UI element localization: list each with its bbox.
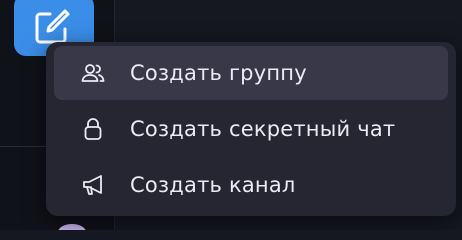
lock-icon xyxy=(80,116,106,142)
menu-item-create-group[interactable]: Создать группу xyxy=(54,46,448,100)
group-icon xyxy=(80,60,106,86)
megaphone-icon xyxy=(80,172,106,198)
new-chat-menu: Создать группу Создать секретный чат Соз… xyxy=(46,42,456,216)
menu-item-label: Создать канал xyxy=(130,173,296,197)
menu-item-create-channel[interactable]: Создать канал xyxy=(54,158,448,212)
app-window: Создать группу Создать секретный чат Соз… xyxy=(0,0,462,230)
menu-item-label: Создать секретный чат xyxy=(130,117,396,141)
menu-item-label: Создать группу xyxy=(130,61,307,85)
menu-item-create-secret-chat[interactable]: Создать секретный чат xyxy=(54,102,448,156)
sidebar-separator xyxy=(0,146,46,147)
